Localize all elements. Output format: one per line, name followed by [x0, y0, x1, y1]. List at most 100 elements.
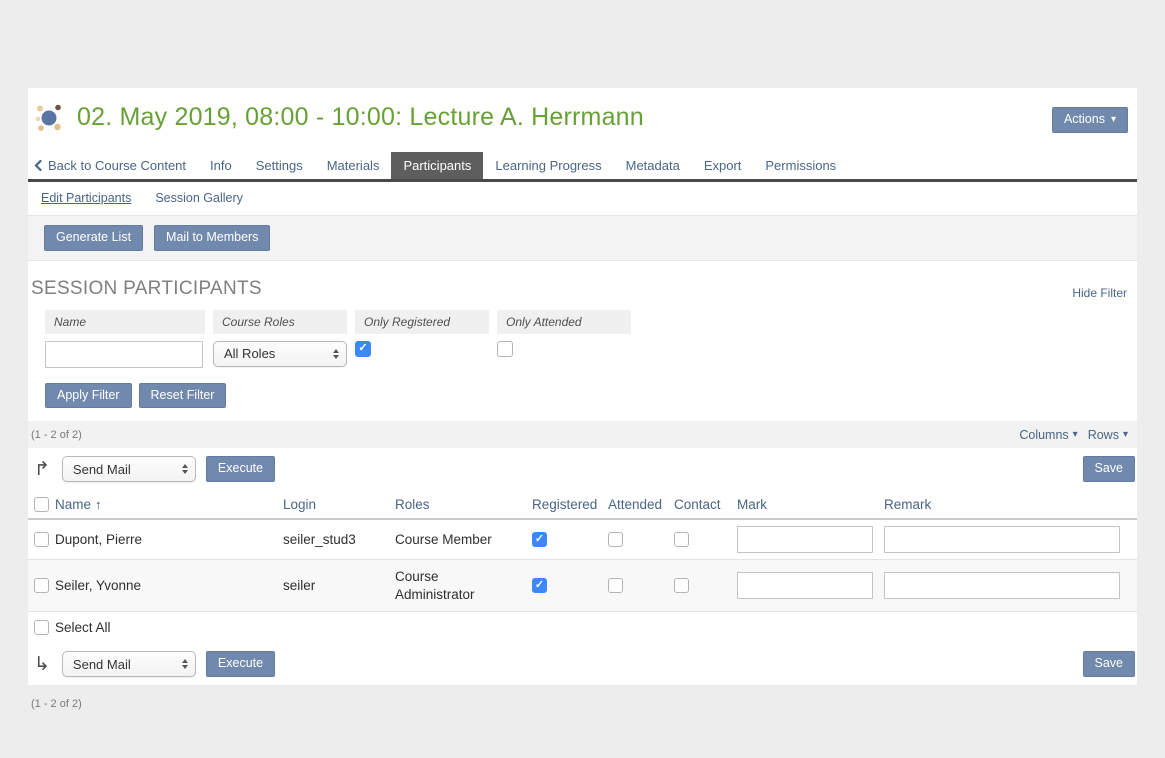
select-stepper-icon [182, 464, 188, 474]
attended-checkbox[interactable] [608, 578, 623, 593]
pagination-top: (1 - 2 of 2) [31, 429, 82, 441]
caret-down-icon: ▾ [1111, 114, 1116, 127]
mark-input[interactable] [737, 526, 873, 553]
tab-materials[interactable]: Materials [315, 152, 392, 179]
save-button-bottom[interactable]: Save [1083, 651, 1136, 677]
section-title: SESSION PARTICIPANTS [31, 278, 262, 300]
hide-filter-link[interactable]: Hide Filter [1072, 286, 1127, 300]
column-header-mark[interactable]: Mark [737, 497, 884, 512]
pagination-bottom: (1 - 2 of 2) [31, 698, 82, 710]
applies-above-arrow-icon: ↳ [34, 655, 50, 674]
select-stepper-icon [333, 349, 339, 359]
cell-roles: Course Member [395, 531, 532, 549]
reset-filter-button[interactable]: Reset Filter [139, 383, 227, 409]
page-title: 02. May 2019, 08:00 - 10:00: Lecture A. … [77, 103, 644, 132]
bulk-action-select-top[interactable]: Send Mail [62, 456, 196, 482]
select-all-header-checkbox[interactable] [34, 497, 49, 512]
column-header-name[interactable]: Name ↑ [55, 497, 283, 512]
filter-only-attended-checkbox[interactable] [497, 341, 513, 357]
sort-ascending-icon: ↑ [95, 497, 102, 512]
tab-metadata[interactable]: Metadata [614, 152, 692, 179]
cell-login: seiler_stud3 [283, 531, 395, 549]
filter-panel: Name Course Roles All Roles Only Registe… [28, 302, 1137, 409]
cell-name: Dupont, Pierre [55, 531, 283, 549]
column-header-login[interactable]: Login [283, 497, 395, 512]
filter-only-registered-checkbox[interactable] [355, 341, 371, 357]
actions-button-label: Actions [1064, 112, 1105, 128]
bulk-action-value: Send Mail [73, 462, 131, 477]
subtab-row: Edit Participants Session Gallery [28, 182, 1137, 213]
execute-button-bottom[interactable]: Execute [206, 651, 275, 677]
bulk-action-value: Send Mail [73, 657, 131, 672]
tab-info[interactable]: Info [198, 152, 244, 179]
pagination-strip: (1 - 2 of 2) Columns ▾ Rows ▾ [28, 421, 1137, 448]
subtab-session-gallery[interactable]: Session Gallery [155, 191, 243, 205]
row-select-checkbox[interactable] [34, 532, 49, 547]
filter-course-roles-label: Course Roles [213, 310, 347, 334]
actions-button[interactable]: Actions ▾ [1052, 107, 1128, 133]
save-button-top[interactable]: Save [1083, 456, 1136, 482]
tab-participants[interactable]: Participants [391, 152, 483, 179]
chevron-left-icon [34, 160, 42, 171]
generate-list-button[interactable]: Generate List [44, 225, 143, 251]
bulk-action-select-bottom[interactable]: Send Mail [62, 651, 196, 677]
column-header-attended[interactable]: Attended [608, 497, 674, 512]
back-to-course-link[interactable]: Back to Course Content [34, 152, 198, 179]
filter-only-attended-label: Only Attended [497, 310, 631, 334]
tab-learning-progress[interactable]: Learning Progress [483, 152, 613, 179]
footer-strip: (1 - 2 of 2) [28, 685, 1137, 742]
tab-export[interactable]: Export [692, 152, 754, 179]
select-stepper-icon [182, 659, 188, 669]
select-all-checkbox[interactable] [34, 620, 49, 635]
columns-label: Columns [1019, 428, 1068, 442]
filter-course-roles-select[interactable]: All Roles [213, 341, 347, 367]
contact-checkbox[interactable] [674, 532, 689, 547]
rows-dropdown[interactable]: Rows ▾ [1088, 428, 1128, 442]
remark-input[interactable] [884, 526, 1120, 553]
column-header-contact[interactable]: Contact [674, 497, 737, 512]
header-name-label: Name [55, 497, 91, 512]
contact-checkbox[interactable] [674, 578, 689, 593]
mark-input[interactable] [737, 572, 873, 599]
columns-dropdown[interactable]: Columns ▾ [1019, 428, 1077, 442]
table-toolbar-bottom: ↳ Send Mail Execute Save [28, 643, 1137, 685]
filter-only-registered-label: Only Registered [355, 310, 489, 334]
registered-checkbox[interactable] [532, 532, 547, 547]
remark-input[interactable] [884, 572, 1120, 599]
registered-checkbox[interactable] [532, 578, 547, 593]
tab-bar: Back to Course Content Info Settings Mat… [28, 152, 1137, 182]
tab-settings[interactable]: Settings [244, 152, 315, 179]
filter-name-label: Name [45, 310, 205, 334]
object-toolbar: Generate List Mail to Members [28, 215, 1137, 261]
attended-checkbox[interactable] [608, 532, 623, 547]
rows-label: Rows [1088, 428, 1119, 442]
cell-login: seiler [283, 577, 395, 595]
apply-filter-button[interactable]: Apply Filter [45, 383, 132, 409]
cell-roles: Course Administrator [395, 568, 532, 603]
subtab-edit-participants[interactable]: Edit Participants [41, 191, 131, 205]
select-all-label: Select All [55, 619, 283, 637]
select-all-row: Select All [28, 612, 1137, 643]
content-area: 02. May 2019, 08:00 - 10:00: Lecture A. … [28, 88, 1137, 742]
column-header-roles[interactable]: Roles [395, 497, 532, 512]
mail-to-members-button[interactable]: Mail to Members [154, 225, 270, 251]
table-toolbar-top: ↱ Send Mail Execute Save [28, 448, 1137, 490]
page: 02. May 2019, 08:00 - 10:00: Lecture A. … [0, 0, 1165, 758]
table-row: Dupont, Pierre seiler_stud3 Course Membe… [28, 520, 1137, 560]
title-row: 02. May 2019, 08:00 - 10:00: Lecture A. … [28, 88, 1137, 148]
tab-permissions[interactable]: Permissions [753, 152, 848, 179]
applies-below-arrow-icon: ↱ [34, 460, 50, 479]
table-row: Seiler, Yvonne seiler Course Administrat… [28, 560, 1137, 612]
column-header-registered[interactable]: Registered [532, 497, 608, 512]
caret-down-icon: ▾ [1123, 429, 1128, 440]
row-select-checkbox[interactable] [34, 578, 49, 593]
section-head: SESSION PARTICIPANTS Hide Filter [28, 261, 1137, 302]
session-icon [34, 102, 64, 132]
table-header-row: Name ↑ Login Roles Registered Attended Co… [28, 490, 1137, 520]
execute-button-top[interactable]: Execute [206, 456, 275, 482]
cell-name: Seiler, Yvonne [55, 577, 283, 595]
back-link-label: Back to Course Content [48, 158, 186, 173]
caret-down-icon: ▾ [1073, 429, 1078, 440]
column-header-remark[interactable]: Remark [884, 497, 1137, 512]
filter-name-input[interactable] [45, 341, 203, 368]
